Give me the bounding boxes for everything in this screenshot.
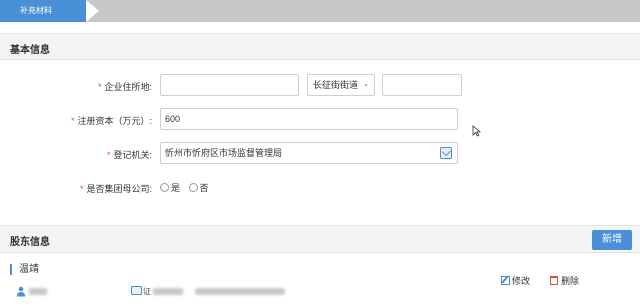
section-title-shareholder-info: 股东信息 — [10, 237, 50, 248]
parent-company-label: * 是否集团母公司: — [79, 184, 152, 194]
authority-label: * 登记机关: — [106, 150, 152, 160]
picker-icon[interactable] — [440, 147, 452, 159]
redacted-info — [29, 288, 47, 295]
radio-option-yes[interactable]: 是 — [160, 183, 180, 193]
required-mark: * — [70, 116, 75, 126]
add-shareholder-button[interactable]: 新增 — [592, 230, 632, 250]
step-label: 补充材料 — [20, 6, 52, 15]
address-row: * 企业住所地: 长征街街道 ⌄ — [0, 74, 640, 98]
capital-label: * 注册资本（万元）: — [70, 116, 152, 126]
shareholder-info-header: 股东信息 新增 — [0, 225, 640, 253]
chevron-down-icon: ⌄ — [363, 81, 369, 88]
mouse-cursor-icon — [472, 125, 482, 137]
required-mark: * — [97, 82, 102, 92]
person-icon — [16, 286, 26, 297]
radio-circle-icon[interactable] — [160, 183, 169, 192]
section-title-basic-info: 基本信息 — [10, 45, 50, 56]
parent-company-radio-group: 是 否 — [160, 181, 215, 194]
step-bar: 补充材料 — [0, 0, 640, 22]
required-mark: * — [79, 184, 84, 194]
capital-input[interactable]: 600 — [160, 108, 458, 130]
step-supplement-materials[interactable]: 补充材料 — [0, 0, 97, 22]
parent-company-row: * 是否集团母公司: 是 否 — [0, 176, 640, 200]
address-input-2[interactable] — [382, 74, 462, 96]
street-select-value: 长征街街道 — [313, 80, 359, 90]
authority-input[interactable]: 忻州市忻府区市场监督管理局 — [160, 142, 458, 164]
address-label: * 企业住所地: — [97, 82, 152, 92]
redacted-id-number — [195, 288, 285, 295]
shareholder-name: 温靖 — [10, 264, 39, 275]
redacted-id — [153, 288, 183, 295]
id-label: 证 — [143, 287, 151, 296]
street-select[interactable]: 长征街街道 ⌄ — [307, 74, 375, 96]
address-input-1[interactable] — [160, 74, 299, 96]
radio-option-no[interactable]: 否 — [188, 183, 209, 193]
authority-value: 忻州市忻府区市场监督管理局 — [165, 148, 283, 158]
shareholder-detail-row: 证 — [0, 284, 640, 302]
radio-circle-icon[interactable] — [188, 183, 198, 192]
basic-info-header: 基本信息 — [0, 33, 640, 60]
id-card-icon — [131, 286, 142, 295]
required-mark: * — [106, 150, 111, 160]
step-separator — [86, 0, 99, 22]
capital-row: * 注册资本（万元）: 600 — [0, 108, 640, 132]
authority-row: * 登记机关: 忻州市忻府区市场监督管理局 — [0, 142, 640, 166]
